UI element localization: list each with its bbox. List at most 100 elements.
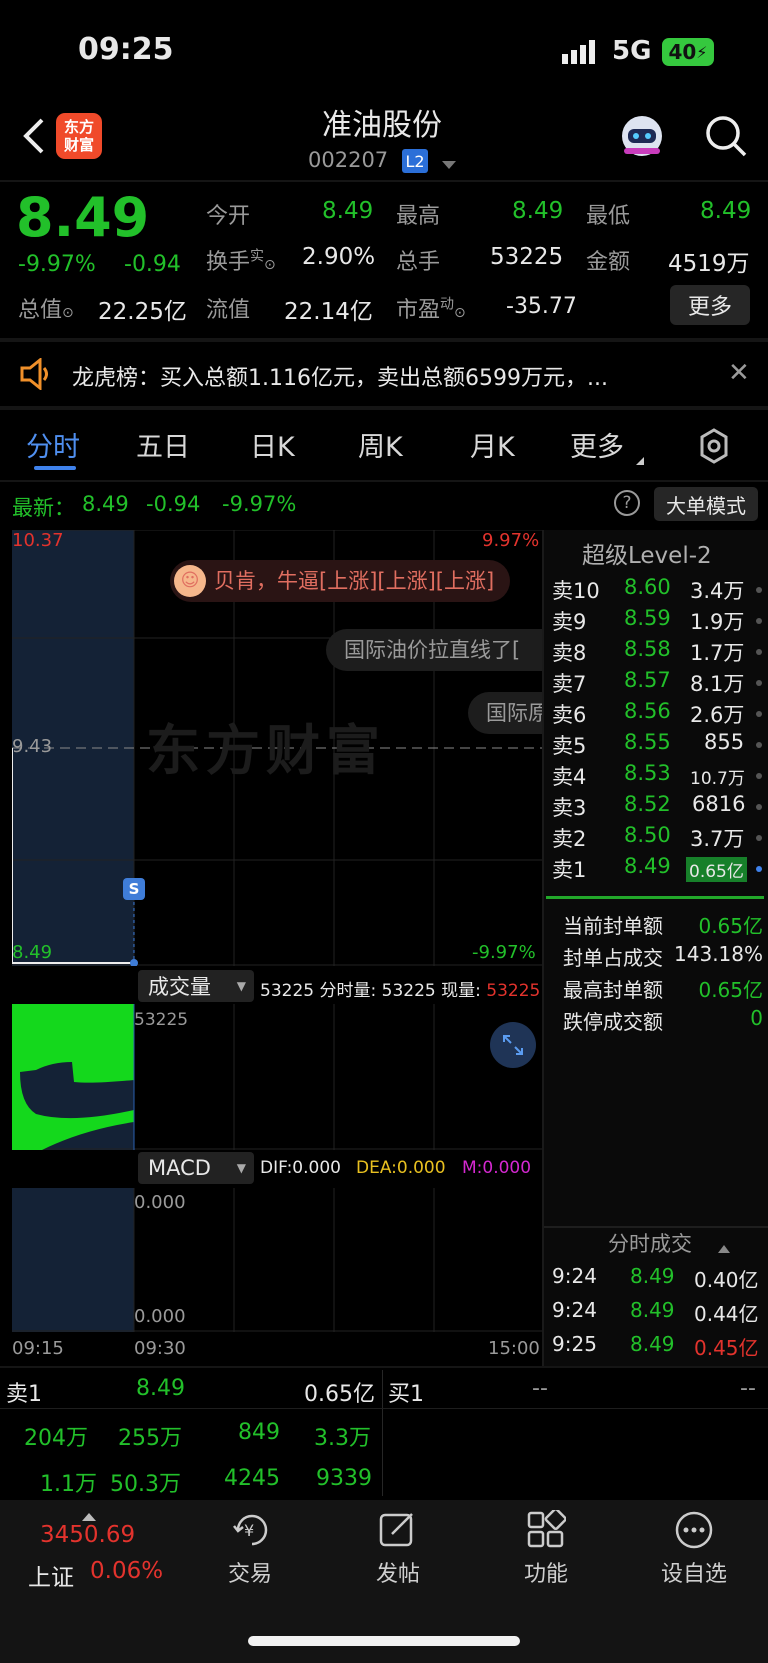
ticks-caret-icon — [718, 1238, 730, 1253]
battery-level: 40 — [668, 40, 697, 64]
pe-value: -35.77 — [506, 294, 577, 319]
nav-trade[interactable]: 交易 — [180, 1556, 320, 1588]
danmaku-bubble[interactable]: 国际原 — [468, 692, 542, 734]
high-label: 最高 — [396, 204, 441, 229]
s-marker[interactable]: S — [123, 878, 145, 900]
search-icon[interactable] — [704, 114, 748, 158]
ask-row-9: 卖9 8.59 1.9万 — [552, 606, 768, 636]
summary-value: 255万 — [118, 1426, 182, 1451]
tab-more-caret-icon — [636, 450, 644, 465]
x-axis-open: 09:30 — [134, 1338, 186, 1359]
pct-axis-bottom: -9.97% — [472, 942, 536, 963]
dropdown-icon: ▼ — [236, 1161, 246, 1175]
latest-change: -0.94 — [146, 492, 201, 516]
tab-weekly-k[interactable]: 周K — [358, 425, 403, 464]
change-amount: -0.94 — [124, 252, 181, 277]
change-percent: -9.97% — [18, 252, 96, 277]
chart-watermark: 东方财富 — [146, 719, 386, 782]
y-axis-top: 10.37 — [12, 530, 64, 551]
index-percent[interactable]: 0.06% — [90, 1558, 163, 1584]
turnover-sup: 实 — [250, 248, 265, 265]
ask-row-6: 卖6 8.56 2.6万 — [552, 699, 768, 729]
tab-active-underline — [34, 466, 76, 470]
macd-dea: DEA:0.000 — [356, 1158, 446, 1178]
ask-row-10: 卖10 8.60 3.4万 — [552, 575, 768, 605]
home-indicator — [248, 1636, 520, 1646]
tab-monthly-k[interactable]: 月K — [470, 425, 515, 464]
nav-watchlist[interactable]: 设自选 — [624, 1556, 764, 1588]
nav-post[interactable]: 发帖 — [328, 1556, 468, 1588]
volume-indicator-select[interactable]: 成交量 ▼ — [138, 970, 254, 1002]
danmaku-bubble[interactable]: ☺ 贝肯，牛逼[上涨][上涨][上涨] — [170, 560, 511, 602]
y-axis-bottom: 8.49 — [12, 942, 53, 963]
macd-chart — [12, 1188, 542, 1332]
turnover-label: 换手实⊙ — [206, 248, 276, 275]
open-value: 8.49 — [322, 198, 374, 224]
dropdown-icon: ▼ — [236, 979, 246, 993]
ask-row-7: 卖7 8.57 8.1万 — [552, 668, 768, 698]
macd-indicator-select[interactable]: MACD ▼ — [138, 1152, 254, 1184]
trade-icon[interactable]: ¥ — [230, 1510, 274, 1550]
functions-icon[interactable] — [526, 1507, 567, 1550]
watchlist-icon[interactable] — [674, 1510, 714, 1550]
pct-axis-top: 9.97% — [482, 530, 540, 551]
stock-title: 准油股份 — [322, 108, 442, 143]
tab-intraday[interactable]: 分时 — [26, 425, 80, 464]
robot-assistant-icon[interactable] — [618, 112, 666, 160]
battery-icon: 40 ⚡ — [662, 38, 714, 66]
more-button[interactable]: 更多 — [670, 285, 750, 325]
level2-badge[interactable]: L2 — [402, 149, 428, 173]
market-cap-label: 总值⊙ — [18, 298, 74, 323]
notice-close-icon[interactable]: ✕ — [728, 358, 750, 388]
dropdown-icon[interactable] — [442, 156, 456, 169]
tab-daily-k[interactable]: 日K — [250, 425, 295, 464]
summary-value: 3.3万 — [314, 1426, 371, 1451]
summary-value: 849 — [238, 1420, 280, 1445]
bottom-buy-price: -- — [532, 1376, 548, 1401]
ask-row-3: 卖3 8.52 6816 — [552, 792, 768, 822]
tab-five-day[interactable]: 五日 — [136, 425, 190, 464]
expand-icon[interactable] — [490, 1022, 536, 1068]
max-seal-row: 最高封单额 0.65亿 — [563, 978, 763, 1002]
volume-info: 53225 分时量: 53225 现量: 53225 — [260, 981, 541, 1001]
seal-amount-row: 当前封单额 0.65亿 — [563, 914, 763, 938]
y-axis-mid: 9.43 — [12, 736, 53, 757]
index-name[interactable]: 上证 — [28, 1558, 74, 1592]
bottom-sell-label: 卖1 — [6, 1382, 42, 1407]
big-order-mode-button[interactable]: 大单模式 — [654, 487, 758, 521]
index-value[interactable]: 3450.69 — [40, 1522, 135, 1548]
danmaku-bubble[interactable]: 国际油价拉直线了[ — [326, 629, 542, 671]
post-icon[interactable] — [378, 1510, 418, 1550]
status-time: 09:25 — [78, 32, 174, 67]
macd-dif: DIF:0.000 — [260, 1158, 341, 1178]
float-cap-value: 22.14亿 — [284, 299, 373, 325]
speaker-icon — [18, 356, 54, 392]
ask-row-4: 卖4 8.53 10.7万 — [552, 761, 768, 791]
volume-chart — [12, 1004, 542, 1150]
ticks-title[interactable]: 分时成交 — [608, 1228, 692, 1258]
nav-functions[interactable]: 功能 — [476, 1556, 616, 1588]
macd-m: M:0.000 — [462, 1158, 532, 1178]
bottom-buy-label: 买1 — [388, 1382, 424, 1407]
ask-row-8: 卖8 8.58 1.7万 — [552, 637, 768, 667]
latest-percent: -9.97% — [222, 492, 297, 516]
summary-value: 4245 — [224, 1466, 280, 1491]
latest-price: 8.49 — [82, 492, 129, 516]
summary-value: 50.3万 — [110, 1472, 181, 1497]
macd-axis-top: 0.000 — [134, 1192, 186, 1213]
info-icon: ⊙ — [62, 305, 74, 321]
stock-code: 002207 — [308, 148, 389, 172]
summary-value: 9339 — [316, 1466, 372, 1491]
macd-axis-bottom: 0.000 — [134, 1306, 186, 1327]
back-icon[interactable] — [20, 116, 50, 156]
order-book-divider — [546, 896, 764, 899]
help-icon[interactable]: ? — [614, 490, 640, 516]
settings-icon[interactable] — [696, 428, 732, 464]
volume-label: 总手 — [396, 250, 441, 275]
notice-text[interactable]: 龙虎榜：买入总额1.116亿元，卖出总额6599万元，... — [72, 360, 608, 392]
turnover-value: 2.90% — [302, 244, 376, 270]
level2-title: 超级Level-2 — [582, 543, 712, 569]
amount-value: 4519万 — [668, 251, 750, 277]
tab-more[interactable]: 更多 — [570, 425, 624, 464]
pe-sup: 动 — [440, 296, 455, 313]
